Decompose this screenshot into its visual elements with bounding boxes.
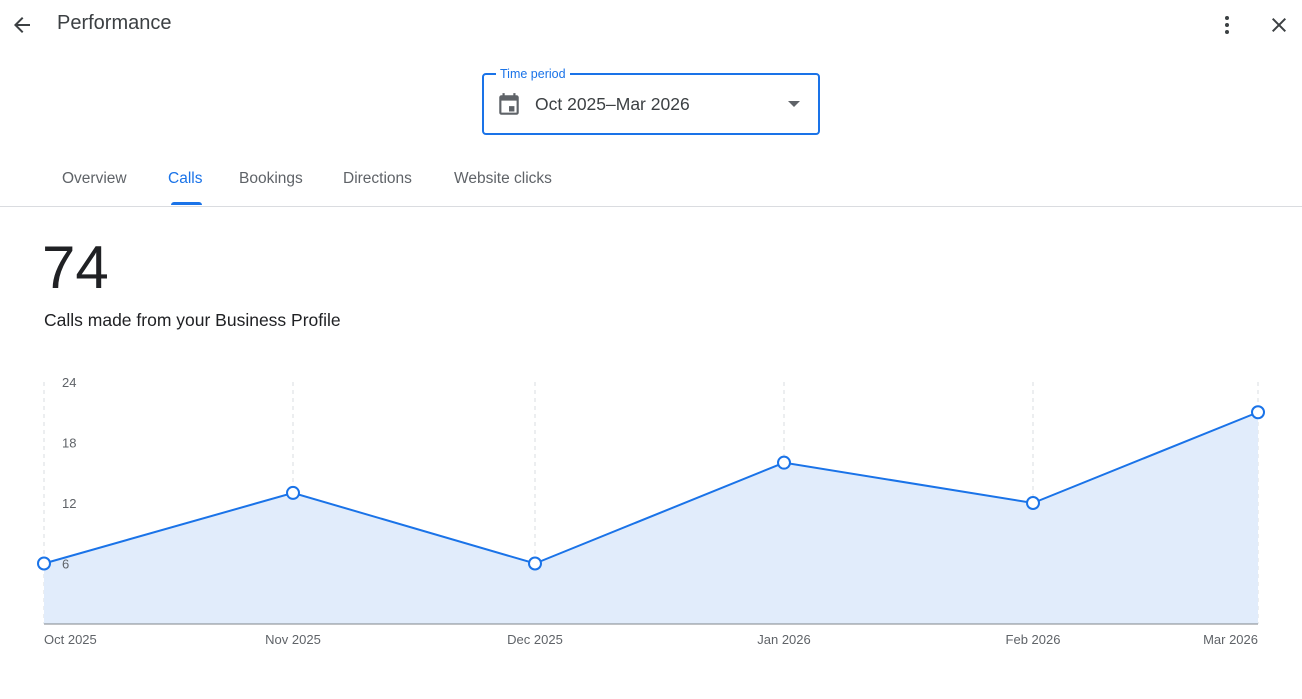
metric-value: 74 bbox=[42, 234, 109, 301]
tab-directions[interactable]: Directions bbox=[343, 170, 412, 206]
chart-data-point[interactable] bbox=[286, 485, 300, 500]
top-app-bar: Performance bbox=[0, 0, 1302, 50]
chart-data-point[interactable] bbox=[1251, 405, 1265, 420]
more-vert-icon bbox=[1225, 16, 1229, 34]
x-tick-label: Dec 2025 bbox=[507, 632, 563, 647]
chart-data-point[interactable] bbox=[37, 556, 51, 571]
x-tick-label: Mar 2026 bbox=[1203, 632, 1258, 647]
y-tick-label: 18 bbox=[62, 436, 76, 451]
chart-data-point[interactable] bbox=[528, 556, 542, 571]
x-tick-label: Nov 2025 bbox=[265, 632, 321, 647]
calendar-icon bbox=[499, 93, 519, 115]
y-tick-label: 24 bbox=[62, 375, 76, 390]
y-tick-label: 12 bbox=[62, 496, 76, 511]
chart-data-point[interactable] bbox=[1026, 496, 1040, 510]
tab-calls[interactable]: Calls bbox=[168, 170, 202, 206]
chart-y-ticks: 6121824 bbox=[62, 375, 76, 572]
time-period-label: Time period bbox=[496, 66, 570, 82]
active-tab-indicator bbox=[171, 202, 202, 205]
chart-area-fill bbox=[44, 412, 1258, 624]
page-title: Performance bbox=[57, 12, 172, 34]
x-tick-label: Feb 2026 bbox=[1006, 632, 1061, 647]
calls-line-chart: 6121824 Oct 2025 Nov 2025 Dec 2025 Jan 2026… bbox=[37, 375, 1265, 647]
chart-x-ticks: Oct 2025 Nov 2025 Dec 2025 Jan 2026 Feb 2026… bbox=[44, 632, 1258, 647]
close-icon bbox=[1272, 18, 1286, 32]
close-button[interactable] bbox=[1259, 5, 1299, 45]
dropdown-arrow-icon bbox=[788, 101, 800, 107]
tab-bar: Overview Calls Bookings Directions Websi… bbox=[0, 160, 1302, 207]
more-options-button[interactable] bbox=[1207, 5, 1247, 45]
time-period-value: Oct 2025–Mar 2026 bbox=[535, 94, 690, 114]
x-tick-label: Oct 2025 bbox=[44, 632, 97, 647]
metric-description: Calls made from your Business Profile bbox=[44, 310, 341, 330]
chart-data-point[interactable] bbox=[777, 455, 791, 470]
x-tick-label: Jan 2026 bbox=[757, 632, 811, 647]
time-period-select[interactable]: Time period Oct 2025–Mar 2026 bbox=[482, 66, 820, 135]
tab-website-clicks[interactable]: Website clicks bbox=[454, 170, 552, 206]
arrow-back-icon bbox=[14, 17, 30, 33]
tab-overview[interactable]: Overview bbox=[62, 170, 127, 206]
tab-bookings[interactable]: Bookings bbox=[239, 170, 303, 206]
back-button[interactable] bbox=[2, 5, 42, 45]
